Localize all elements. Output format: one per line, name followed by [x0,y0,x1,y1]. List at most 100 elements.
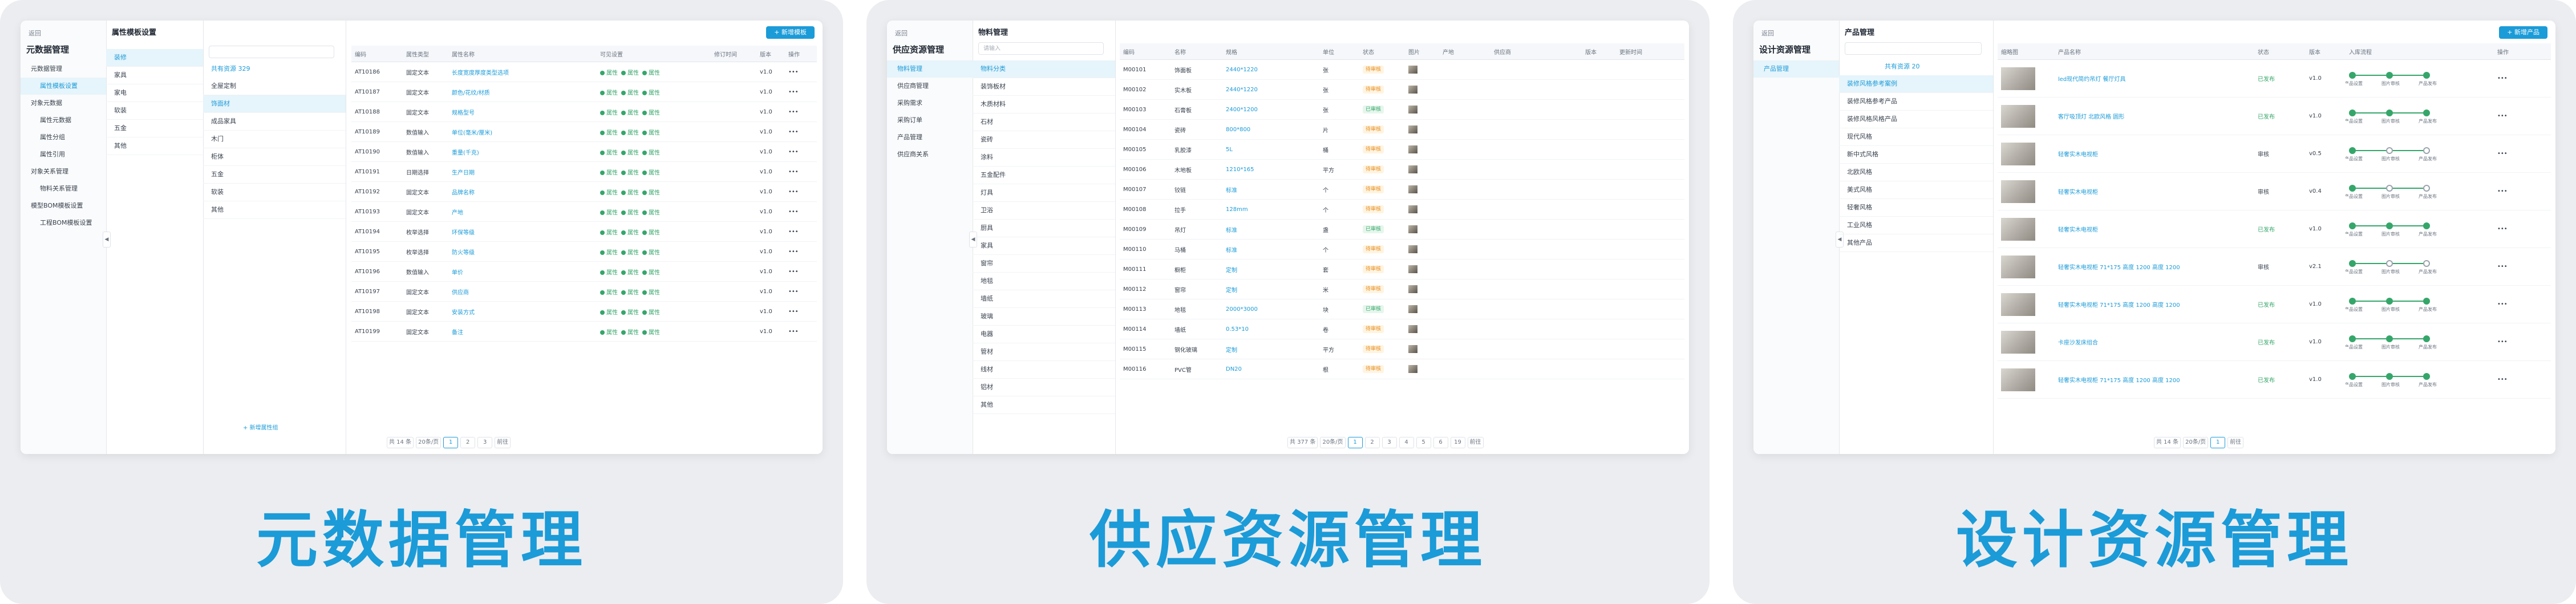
sidebar-item[interactable]: 对象元数据 [21,95,106,112]
table-row[interactable]: 轻奢实木电视柜 71*175 高度 1200 高度 1200 审核 v2.1 产品设置… [1998,248,2551,286]
sidebar-item[interactable]: 物料管理 [887,60,973,78]
tree-item[interactable]: 装修风格风格产品 [1839,111,1993,128]
more-icon[interactable]: ••• [2494,323,2551,361]
table-row[interactable]: M00106 木地板 1210*165 平方 待审核 [1120,159,1684,180]
table-row[interactable]: M00112 窗帘 定制米待审核 [1120,279,1684,299]
cell-name[interactable]: 重量(千克) [448,141,597,162]
more-icon[interactable]: ••• [2494,172,2551,210]
pager-page[interactable]: 2 [1364,437,1380,448]
cell-name[interactable]: 轻奢实木电视柜 [2055,172,2254,210]
more-icon[interactable]: ••• [2494,210,2551,248]
tree-item[interactable]: 美式风格 [1839,181,1993,199]
pager-goto[interactable]: 前往 [495,437,511,448]
tree-item[interactable]: 窗帘 [973,255,1115,273]
table-row[interactable]: M00104 瓷砖 800*800 片待审核 [1120,119,1684,140]
more-icon[interactable]: ••• [785,221,817,242]
table-row[interactable]: AT10190 数值输入 重量(千克) 属性 属性 属性 v1.0 ••• [351,141,817,162]
tree-item[interactable]: 线材 [973,361,1115,379]
table-row[interactable]: 轻奢实木电视柜 71*175 高度 1200 高度 1200 已发布 v1.0 产品设… [1998,360,2551,399]
more-icon[interactable]: ••• [785,321,817,342]
sidebar-item[interactable]: 对象关系管理 [21,163,106,180]
tree-item[interactable]: 柜体 [203,148,346,166]
tree-item[interactable]: 全屋定制 [203,78,346,95]
cell-name[interactable]: 长度宽度厚度类型选项 [448,62,597,82]
tree-item[interactable]: 饰面材 [203,95,346,113]
cell-spec[interactable]: 2000*3000 [1222,299,1319,319]
pager-goto[interactable]: 前往 [1467,437,1484,448]
tree-item[interactable]: 其他产品 [1839,234,1993,252]
pager-page[interactable]: 6 [1433,437,1448,448]
tree-item[interactable]: 北欧风格 [1839,164,1993,181]
tree-item[interactable]: 家具 [106,67,203,84]
more-icon[interactable]: ••• [2494,248,2551,286]
table-row[interactable]: AT10194 枚举选择 环保等级 属性 属性 属性 v1.0 ••• [351,221,817,242]
table-row[interactable]: M00101 饰面板 2440*1220 张待审核 [1120,59,1684,80]
table-row[interactable]: AT10193 固定文本 产地 属性 属性 属性 v1.0 ••• [351,201,817,222]
sidebar-item[interactable]: 属性模板设置 [21,78,106,95]
tree-item[interactable]: 灯具 [973,184,1115,202]
more-icon[interactable]: ••• [785,301,817,322]
more-icon[interactable]: ••• [785,102,817,122]
pager-size[interactable]: 20条/页 [1320,437,1346,448]
sidebar-item[interactable]: 供应商关系 [887,146,973,163]
tree-item[interactable]: 其他 [106,137,203,155]
pager-page[interactable]: 1 [443,437,459,448]
cell-name[interactable]: 环保等级 [448,221,597,242]
cell-name[interactable]: 品牌名称 [448,181,597,202]
cell-name[interactable]: 备注 [448,321,597,342]
more-icon[interactable]: ••• [2494,360,2551,399]
table-row[interactable]: M00109 吊灯 标准盏已审核 [1120,219,1684,240]
cell-name[interactable]: 轻奢实木电视柜 71*175 高度 1200 高度 1200 [2055,248,2254,286]
sidebar-item[interactable]: 属性引用 [21,146,106,163]
pager-size[interactable]: 20条/页 [2183,437,2209,448]
table-row[interactable]: M00115 钢化玻璃 定制 平方 待审核 [1120,339,1684,359]
table-row[interactable]: AT10189 数值输入 单位(毫米/厘米) 属性 属性 属性 v1.0 ••• [351,121,817,142]
search-input[interactable]: 请输入 [978,42,1104,55]
pager-page[interactable]: 2 [460,437,476,448]
cell-spec[interactable]: DN20 [1222,359,1319,379]
tree-item[interactable]: 管材 [973,343,1115,361]
tree-item[interactable]: 软装 [203,184,346,201]
pager-goto[interactable]: 前往 [2227,437,2244,448]
tree-item[interactable]: 家电 [106,84,203,102]
cell-name[interactable]: 供应商 [448,281,597,302]
back-link[interactable]: 返回 [895,29,908,38]
table-row[interactable]: M00116 PVC管 DN20 根待审核 [1120,359,1684,379]
add-template-button[interactable]: + 新增模板 [766,26,815,39]
search-input[interactable] [1845,42,1982,55]
cell-spec[interactable]: 标准 [1222,179,1319,200]
pager-page[interactable]: 3 [477,437,493,448]
table-row[interactable]: AT10199 固定文本 备注 属性 属性 属性 v1.0 ••• [351,321,817,342]
table-row[interactable]: AT10195 枚举选择 防火等级 属性 属性 属性 v1.0 ••• [351,241,817,262]
cell-spec[interactable]: 定制 [1222,339,1319,359]
table-row[interactable]: M00105 乳胶漆 5L 桶待审核 [1120,139,1684,160]
table-row[interactable]: AT10188 固定文本 规格型号 属性 属性 属性 v1.0 ••• [351,102,817,122]
more-icon[interactable]: ••• [2494,59,2551,98]
sidebar-item[interactable]: 元数据管理 [21,60,106,78]
cell-name[interactable]: 规格型号 [448,102,597,122]
table-row[interactable]: M00111 橱柜 定制套待审核 [1120,259,1684,279]
cell-spec[interactable]: 定制 [1222,279,1319,299]
tree-item[interactable]: 现代风格 [1839,128,1993,146]
tree-item[interactable]: 物料分类 [973,60,1115,78]
tree-item[interactable]: 地毯 [973,273,1115,290]
sidebar-item[interactable]: 采购订单 [887,112,973,129]
cell-spec[interactable]: 标准 [1222,219,1319,240]
tree-item[interactable]: 电器 [973,326,1115,343]
sidebar-item[interactable]: 采购需求 [887,95,973,112]
cell-spec[interactable]: 0.53*10 [1222,319,1319,339]
table-row[interactable]: AT10186 固定文本 长度宽度厚度类型选项 属性 属性 属性 v1.0 ••• [351,62,817,82]
table-row[interactable]: led现代简约吊灯 餐厅灯具 已发布 v1.0 产品设置 图片审核 产品发布 ••• [1998,59,2551,98]
table-row[interactable]: M00110 马桶 标准个待审核 [1120,239,1684,260]
tree-item[interactable]: 装修风格参考案例 [1839,75,1993,93]
cell-name[interactable]: 颜色/花纹/材质 [448,82,597,102]
table-row[interactable]: 卡座沙发床组合 已发布 v1.0 产品设置 图片审核 产品发布 ••• [1998,323,2551,361]
more-icon[interactable]: ••• [785,181,817,202]
more-icon[interactable]: ••• [785,121,817,142]
cell-spec[interactable]: 2440*1220 [1222,79,1319,100]
cell-name[interactable]: 生产日期 [448,161,597,182]
tree-item[interactable]: 厨具 [973,220,1115,237]
pager-page[interactable]: 1 [1347,437,1363,448]
pager-size[interactable]: 20条/页 [416,437,442,448]
cell-name[interactable]: 卡座沙发床组合 [2055,323,2254,361]
